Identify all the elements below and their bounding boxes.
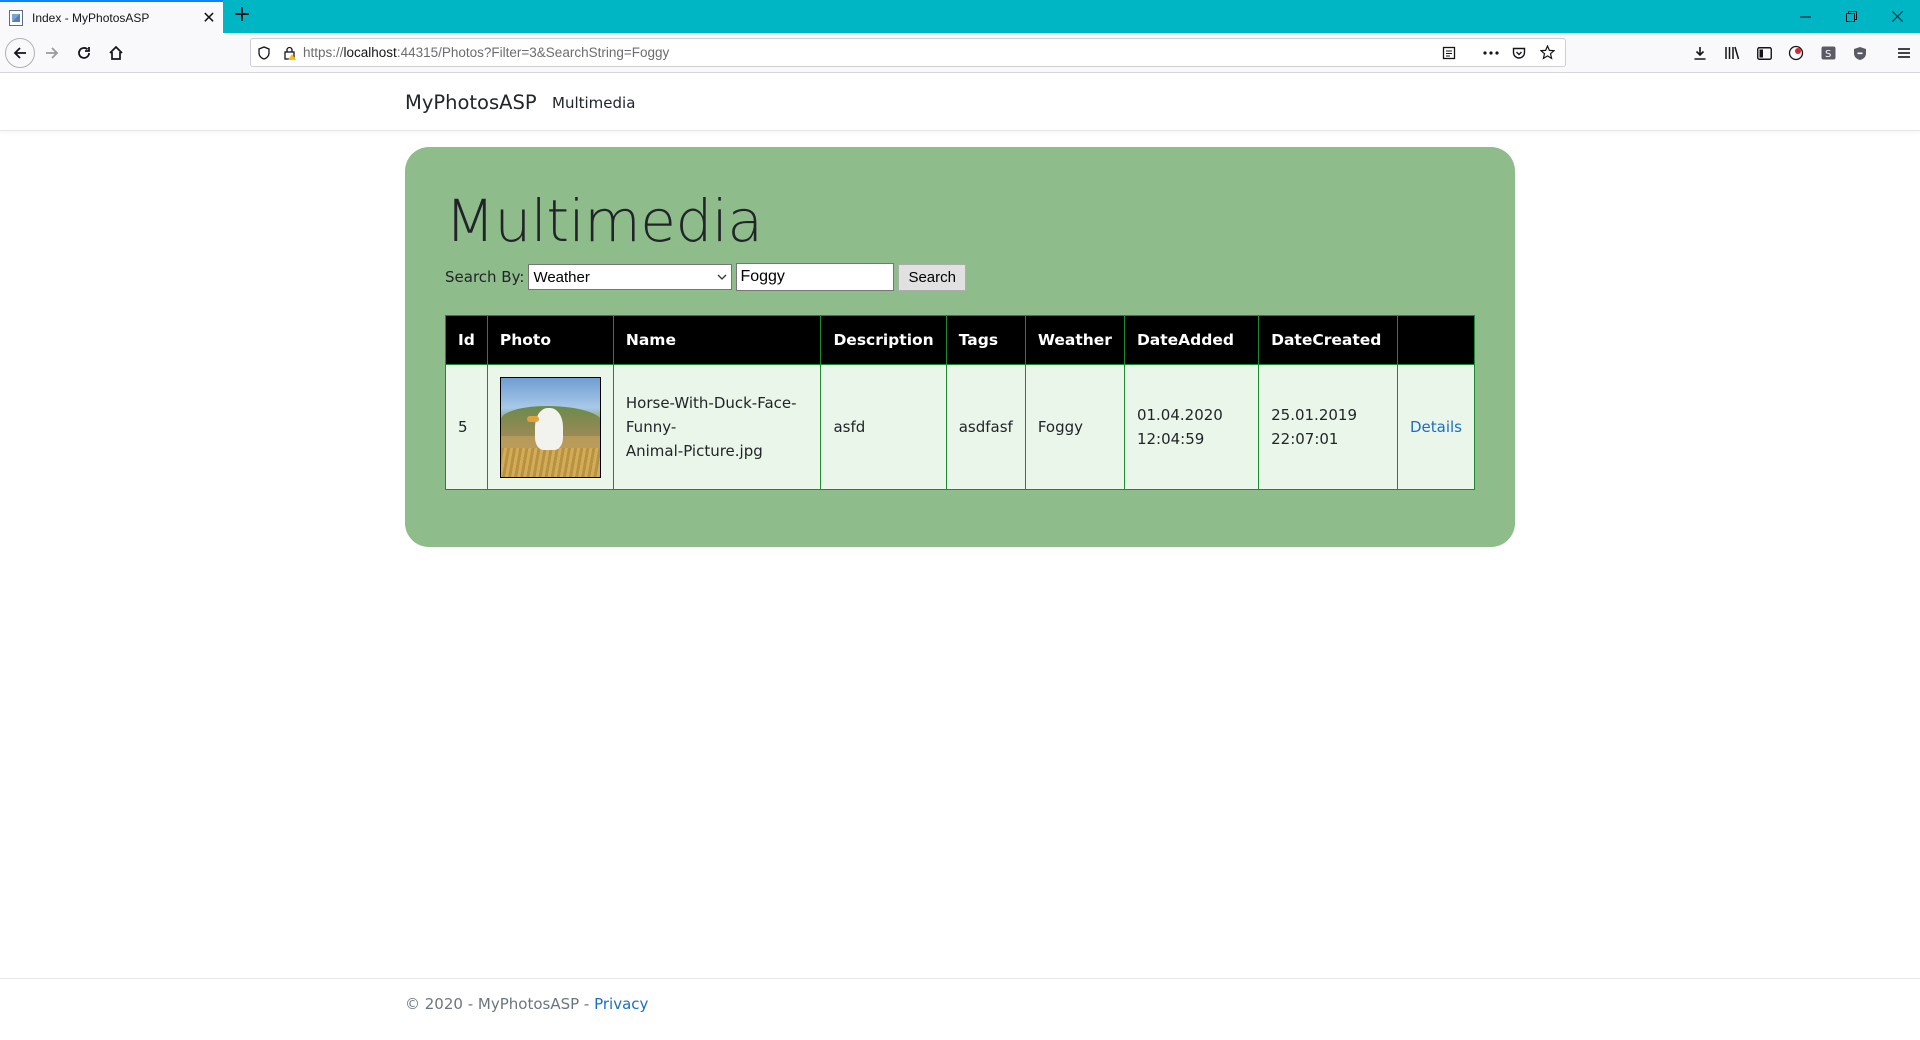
url-text[interactable]: https://localhost:44315/Photos?Filter=3&… (303, 45, 1435, 60)
cell-date-added: 01.04.2020 12:04:59 (1123, 364, 1260, 490)
tab-close-icon[interactable]: ✕ (195, 8, 223, 27)
more-icon[interactable] (1477, 39, 1505, 66)
restore-icon[interactable] (1828, 0, 1874, 33)
cell-photo (486, 364, 614, 490)
date-added-time: 12:04:59 (1136, 430, 1205, 448)
name-line-1: Horse-With-Duck-Face-Funny- (625, 394, 797, 436)
browser-toolbar: https://localhost:44315/Photos?Filter=3&… (0, 33, 1920, 73)
date-created-date: 25.01.2019 (1271, 406, 1357, 424)
web-page: MyPhotosASP Multimedia Multimedia Search… (0, 74, 1920, 1040)
close-window-icon[interactable] (1874, 0, 1920, 33)
brand-link[interactable]: MyPhotosASP (405, 91, 537, 114)
minimize-icon[interactable] (1782, 0, 1828, 33)
lock-warning-icon[interactable] (277, 39, 303, 66)
nav-link-multimedia[interactable]: Multimedia (552, 94, 635, 112)
page-title: Multimedia (445, 187, 763, 255)
sidebar-icon[interactable] (1748, 39, 1780, 67)
page-favicon-icon (9, 9, 23, 26)
browser-tab-bar: Index - MyPhotosASP ✕ + (0, 0, 1920, 33)
menu-icon[interactable] (1888, 39, 1920, 67)
address-bar[interactable]: https://localhost:44315/Photos?Filter=3&… (250, 38, 1566, 67)
cell-id: 5 (445, 364, 488, 490)
bookmark-star-icon[interactable] (1533, 39, 1561, 66)
column-header-id: Id (445, 315, 488, 365)
search-by-value: Weather (533, 268, 590, 286)
window-controls (1782, 0, 1920, 33)
cell-tags: asdfasf (945, 364, 1026, 490)
search-by-label: Search By: (445, 268, 525, 286)
footer-text: © 2020 - MyPhotosASP - Privacy (405, 995, 648, 1013)
cell-name: Horse-With-Duck-Face-Funny- Animal-Pictu… (612, 364, 822, 490)
column-header-description: Description (820, 315, 947, 365)
search-by-select[interactable]: Weather (528, 264, 733, 290)
browser-tab-active[interactable]: Index - MyPhotosASP ✕ (0, 0, 223, 33)
cell-weather: Foggy (1024, 364, 1125, 490)
library-icon[interactable] (1716, 39, 1748, 67)
cell-date-created: 25.01.2019 22:07:01 (1258, 364, 1398, 490)
reader-view-icon[interactable] (1435, 39, 1463, 66)
column-header-dateadded: DateAdded (1123, 315, 1260, 365)
column-header-photo: Photo (486, 315, 614, 365)
details-link[interactable]: Details (1410, 418, 1462, 436)
reload-icon[interactable] (70, 39, 98, 67)
toolbar-right: S (1684, 39, 1920, 67)
cell-actions: Details (1396, 364, 1476, 490)
photo-thumbnail[interactable] (499, 376, 601, 478)
download-icon[interactable] (1684, 39, 1716, 67)
column-header-tags: Tags (945, 315, 1026, 365)
privacy-link[interactable]: Privacy (594, 995, 648, 1013)
shield-icon[interactable] (251, 39, 277, 66)
new-tab-button[interactable]: + (230, 4, 254, 28)
column-header-name: Name (612, 315, 822, 365)
date-added-date: 01.04.2020 (1136, 406, 1223, 424)
search-button[interactable]: Search (898, 263, 966, 291)
pocket-icon[interactable] (1505, 39, 1533, 66)
chevron-down-icon (717, 271, 727, 283)
table-row: 5 Horse-With-Duck-Face-Funny- Animal-Pic… (445, 364, 1476, 490)
search-form: Search By: Weather Foggy Search (445, 263, 966, 291)
svg-text:S: S (1825, 49, 1831, 60)
site-header: MyPhotosASP Multimedia (0, 74, 1920, 131)
screenshot-icon[interactable]: S (1812, 39, 1844, 67)
date-created-time: 22:07:01 (1271, 430, 1339, 448)
name-line-2: Animal-Picture.jpg (625, 442, 763, 460)
column-header-weather: Weather (1024, 315, 1125, 365)
search-input[interactable]: Foggy (736, 263, 895, 291)
shield-extension-icon[interactable] (1844, 39, 1876, 67)
column-header-datecreated: DateCreated (1258, 315, 1398, 365)
home-icon[interactable] (102, 39, 130, 67)
multimedia-table: Id Photo Name Description Tags Weather D… (445, 315, 1476, 490)
content-panel: Multimedia Search By: Weather Foggy Sear… (405, 147, 1515, 547)
cell-description: asfd (820, 364, 947, 490)
tab-title: Index - MyPhotosASP (32, 10, 150, 25)
site-footer: © 2020 - MyPhotosASP - Privacy (0, 978, 1920, 1040)
column-header-actions (1396, 315, 1476, 365)
table-header-row: Id Photo Name Description Tags Weather D… (445, 315, 1476, 365)
forward-icon[interactable] (38, 39, 66, 67)
back-icon[interactable] (5, 38, 35, 68)
extension-icon[interactable] (1780, 39, 1812, 67)
copyright-text: © 2020 - MyPhotosASP - (405, 995, 595, 1013)
